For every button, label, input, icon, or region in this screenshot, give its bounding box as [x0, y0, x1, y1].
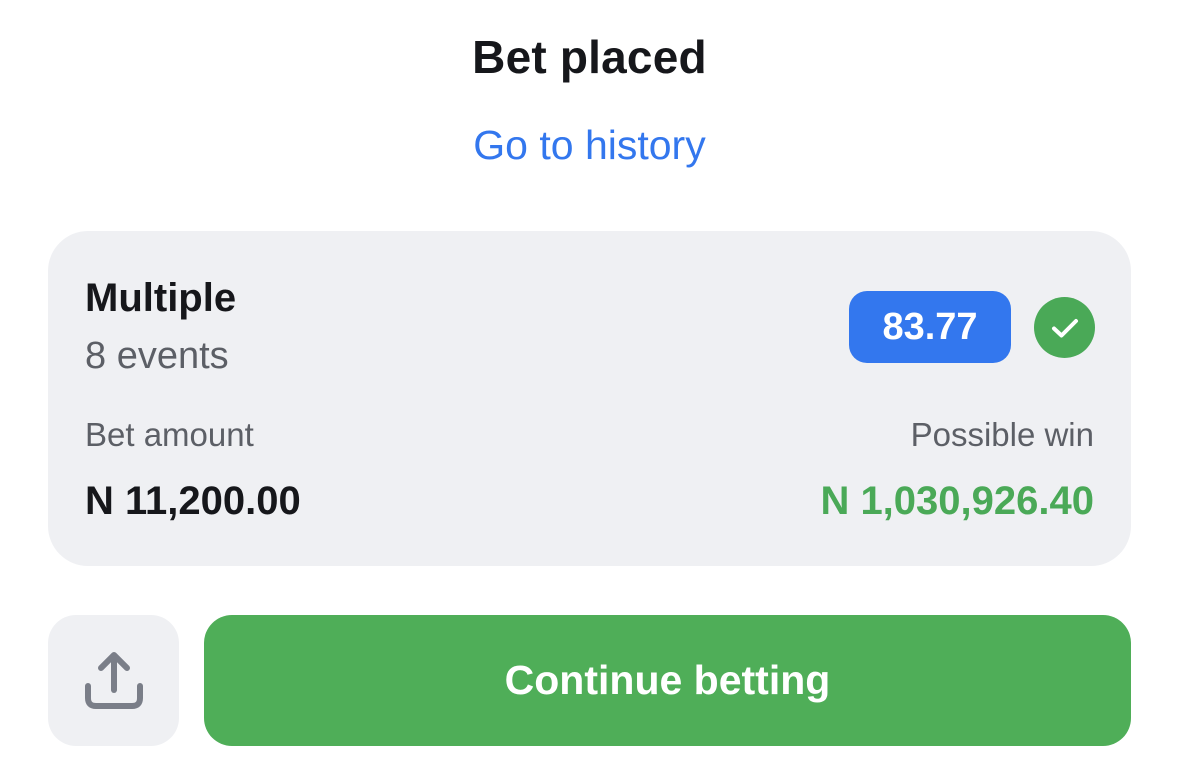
possible-win-label: Possible win [910, 416, 1094, 453]
continue-betting-button[interactable]: Continue betting [204, 615, 1131, 746]
possible-win-value: N 1,030,926.40 [820, 479, 1094, 523]
check-mark-icon [1051, 318, 1078, 337]
events-count: 8 events [85, 335, 229, 377]
share-icon [84, 651, 143, 709]
bet-summary-card: Multiple 8 events 83.77 Bet amount Possi… [48, 231, 1131, 566]
share-button[interactable] [48, 615, 179, 746]
odds-badge: 83.77 [849, 291, 1011, 363]
page-title: Bet placed [472, 31, 707, 83]
go-to-history-link[interactable]: Go to history [0, 122, 1179, 169]
bet-amount-value: N 11,200.00 [85, 479, 301, 523]
bet-type: Multiple [85, 276, 237, 320]
check-icon [1034, 297, 1095, 358]
bet-amount-label: Bet amount [85, 416, 254, 453]
